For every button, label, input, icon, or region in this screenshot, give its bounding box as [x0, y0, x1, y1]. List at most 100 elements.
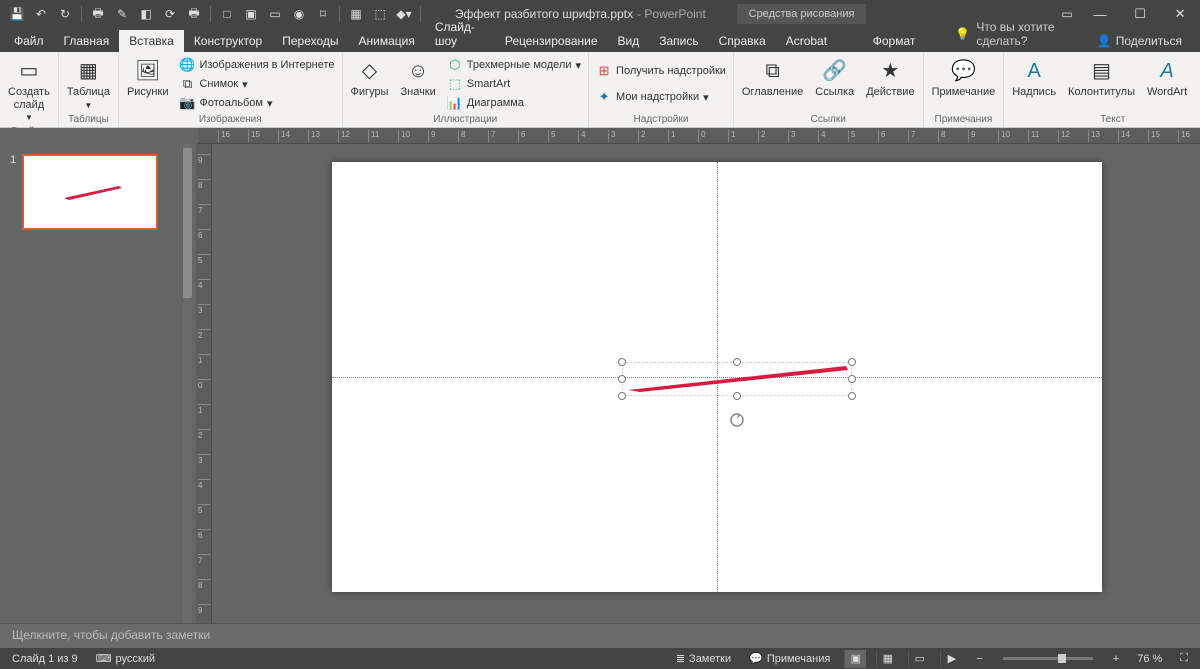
slide-thumbnails-panel[interactable]: 1: [0, 144, 180, 623]
tab-transitions[interactable]: Переходы: [272, 30, 348, 52]
online-pictures-button[interactable]: 🌐Изображения в Интернете: [176, 56, 337, 74]
table-button[interactable]: ▦ Таблица ▼: [63, 56, 114, 112]
qat-icon[interactable]: □: [216, 2, 238, 26]
resize-handle[interactable]: [848, 375, 856, 383]
smartart-button[interactable]: ⬚SmartArt: [444, 75, 584, 93]
text-extra-button[interactable]: ⊟: [1195, 56, 1200, 74]
headerfooter-button[interactable]: ▤Колонтитулы: [1064, 56, 1139, 101]
zoom-button[interactable]: ⧉Оглавление: [738, 56, 807, 101]
rotation-handle[interactable]: [729, 412, 745, 428]
qat-icon[interactable]: 🖶: [183, 2, 205, 26]
tab-review[interactable]: Рецензирование: [495, 30, 608, 52]
horizontal-ruler[interactable]: 1615141312111098765432101234567891011121…: [198, 128, 1200, 144]
tab-format[interactable]: Формат: [863, 30, 926, 52]
notes-button[interactable]: ≣Заметки: [672, 650, 735, 667]
zoom-in-button[interactable]: +: [1109, 651, 1123, 667]
maximize-button[interactable]: ☐: [1120, 0, 1160, 28]
resize-handle[interactable]: [733, 392, 741, 400]
selected-shape[interactable]: [622, 362, 852, 396]
slideshow-view-button[interactable]: ▶: [940, 650, 962, 668]
qat-icon[interactable]: ⟳: [159, 2, 181, 26]
resize-handle[interactable]: [848, 358, 856, 366]
tab-acrobat[interactable]: Acrobat: [776, 30, 837, 52]
qat-icon[interactable]: ⬚: [369, 2, 391, 26]
tab-file[interactable]: Файл: [4, 30, 54, 52]
qat-icon[interactable]: ▣: [240, 2, 262, 26]
vertical-ruler[interactable]: 9876543210123456789: [196, 144, 212, 623]
thumbnail-scrollbar[interactable]: [180, 144, 196, 623]
pictures-icon: 🖼: [134, 58, 162, 84]
store-icon: ⊞: [596, 63, 612, 79]
zoom-out-button[interactable]: −: [972, 651, 986, 667]
resize-handle[interactable]: [848, 392, 856, 400]
contextual-tab-label: Средства рисования: [737, 4, 867, 24]
qat-icon[interactable]: ▭: [264, 2, 286, 26]
qat-icon[interactable]: 🖶: [87, 2, 109, 26]
action-button[interactable]: ★Действие: [862, 56, 918, 101]
slide-thumbnail[interactable]: [22, 154, 158, 230]
slide[interactable]: [332, 162, 1102, 592]
pictures-button[interactable]: 🖼 Рисунки: [123, 56, 173, 101]
save-icon[interactable]: 💾: [6, 2, 28, 26]
shapes-button[interactable]: ◇Фигуры: [347, 56, 393, 101]
qat-icon[interactable]: ◉: [288, 2, 310, 26]
resize-handle[interactable]: [733, 358, 741, 366]
close-button[interactable]: ✕: [1160, 0, 1200, 28]
qat-icon[interactable]: ✎: [111, 2, 133, 26]
tab-record[interactable]: Запись: [649, 30, 708, 52]
tab-view[interactable]: Вид: [608, 30, 650, 52]
screenshot-button[interactable]: ⧉Снимок ▾: [176, 75, 337, 93]
textbox-button[interactable]: AНадпись: [1008, 56, 1060, 101]
tab-slideshow[interactable]: Слайд-шоу: [425, 16, 495, 52]
sorter-view-button[interactable]: ▦: [876, 650, 898, 668]
comment-button[interactable]: 💬Примечание: [928, 56, 1000, 101]
qat-icon[interactable]: ▦: [345, 2, 367, 26]
qat-icon[interactable]: ◧: [135, 2, 157, 26]
tab-help[interactable]: Справка: [709, 30, 776, 52]
slide-canvas[interactable]: [212, 144, 1200, 623]
table-icon: ▦: [74, 58, 102, 84]
qat-icon[interactable]: ⌑: [312, 2, 334, 26]
language-button[interactable]: ⌨русский: [92, 650, 159, 667]
lightbulb-icon: 💡: [955, 27, 970, 41]
chart-button[interactable]: 📊Диаграмма: [444, 94, 584, 112]
my-addins-button[interactable]: ✦Мои надстройки ▾: [593, 88, 729, 106]
zoom-slider[interactable]: [1003, 657, 1093, 660]
photo-album-button[interactable]: 📷Фотоальбом ▾: [176, 94, 337, 112]
3d-models-button[interactable]: ⬡Трехмерные модели ▾: [444, 56, 584, 74]
tab-home[interactable]: Главная: [54, 30, 120, 52]
tab-design[interactable]: Конструктор: [184, 30, 272, 52]
workspace: 1 9876543210123456789: [0, 144, 1200, 623]
notes-pane[interactable]: Щелкните, чтобы добавить заметки: [0, 623, 1200, 648]
new-slide-icon: ▭: [15, 58, 43, 84]
link-button[interactable]: 🔗Ссылка: [811, 56, 858, 101]
get-addins-button[interactable]: ⊞Получить надстройки: [593, 62, 729, 80]
new-slide-button[interactable]: ▭ Создать слайд ▼: [4, 56, 54, 124]
comment-icon: 💬: [949, 58, 977, 84]
tab-animations[interactable]: Анимация: [349, 30, 425, 52]
resize-handle[interactable]: [618, 392, 626, 400]
resize-handle[interactable]: [618, 375, 626, 383]
zoom-level[interactable]: 76 %: [1133, 651, 1166, 667]
wordart-button[interactable]: AWordArt: [1143, 56, 1191, 101]
text-extra-button[interactable]: ⧉: [1195, 75, 1200, 93]
group-label: Иллюстрации: [347, 112, 584, 127]
comments-button[interactable]: 💬Примечания: [745, 650, 834, 667]
icons-button[interactable]: ☺Значки: [396, 56, 439, 101]
tab-insert[interactable]: Вставка: [119, 30, 184, 52]
tell-me-search[interactable]: 💡 Что вы хотите сделать?: [945, 16, 1088, 52]
resize-handle[interactable]: [618, 358, 626, 366]
share-button[interactable]: 👤 Поделиться: [1089, 30, 1190, 52]
quick-access-toolbar: 💾 ↶ ↻ 🖶 ✎ ◧ ⟳ 🖶 □ ▣ ▭ ◉ ⌑ ▦ ⬚ ◆▾: [0, 2, 424, 26]
redo-icon[interactable]: ↻: [54, 2, 76, 26]
normal-view-button[interactable]: ▣: [844, 650, 866, 668]
textbox-icon: A: [1020, 58, 1048, 84]
ribbon-tabs: Файл Главная Вставка Конструктор Переход…: [0, 28, 1200, 52]
fit-to-window-button[interactable]: ⛶: [1176, 650, 1192, 667]
reading-view-button[interactable]: ▭: [908, 650, 930, 668]
qat-icon[interactable]: ◆▾: [393, 2, 415, 26]
spellcheck-icon: ⌨: [96, 652, 112, 665]
undo-icon[interactable]: ↶: [30, 2, 52, 26]
slide-counter[interactable]: Слайд 1 из 9: [8, 651, 82, 667]
addins-icon: ✦: [596, 89, 612, 105]
